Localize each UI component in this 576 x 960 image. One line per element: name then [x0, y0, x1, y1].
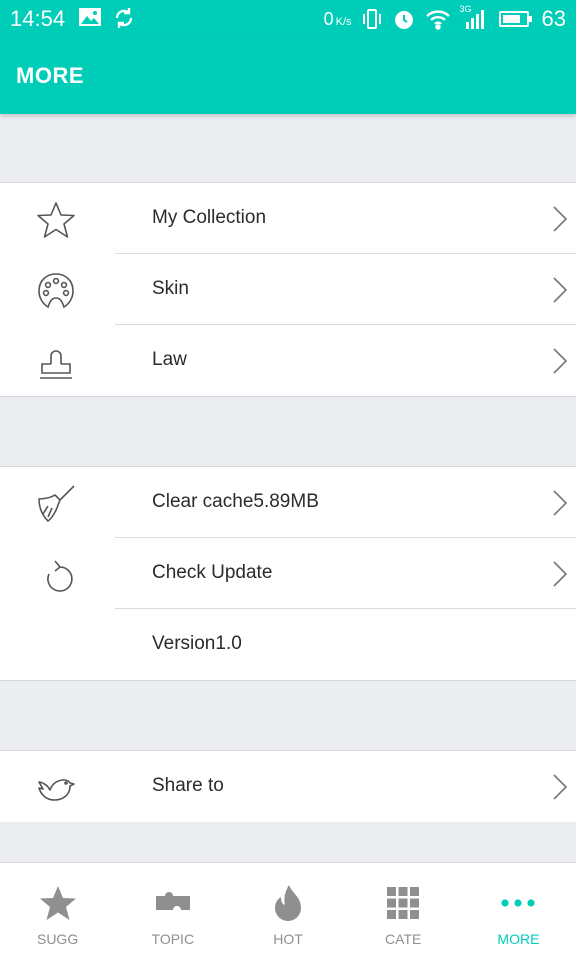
alarm-icon: [394, 11, 413, 29]
bottom-tab-bar: SUGG TOPIC HOT CATE MORE: [0, 862, 576, 960]
tab-more[interactable]: MORE: [461, 863, 576, 960]
skin-row[interactable]: Skin: [0, 254, 576, 325]
row-label: Skin: [152, 278, 189, 299]
tab-sugg[interactable]: SUGG: [0, 863, 115, 960]
row-label: Check Update: [152, 562, 273, 583]
version-label: Version1.0: [152, 633, 242, 654]
network-type: 3G: [459, 4, 472, 14]
flame-icon: [275, 885, 301, 921]
row-label: My Collection: [152, 207, 267, 228]
tab-topic[interactable]: TOPIC: [115, 863, 230, 960]
broom-icon: [38, 485, 75, 523]
refresh-icon: [47, 560, 73, 592]
signal-icon: 3G: [459, 4, 490, 31]
status-bar: 14:54 0 K/s 3G 63: [0, 0, 576, 38]
chevron-right-icon: [553, 774, 568, 800]
tab-label: CATE: [385, 931, 422, 947]
sync-icon: [115, 8, 133, 28]
tab-cate[interactable]: CATE: [346, 863, 461, 960]
star-filled-icon: [39, 886, 76, 920]
app-bar: MORE: [0, 38, 576, 114]
clear-cache-row[interactable]: Clear cache5.89MB: [0, 467, 576, 538]
row-label: Clear cache5.89MB: [152, 491, 319, 512]
row-label: Share to: [152, 775, 224, 796]
tab-label: MORE: [497, 931, 540, 947]
chevron-right-icon: [553, 206, 568, 232]
status-time: 14:54: [10, 6, 66, 31]
net-unit: K/s: [335, 15, 352, 28]
stamp-icon: [40, 350, 72, 379]
palette-icon: [38, 273, 74, 309]
check-update-row[interactable]: Check Update: [0, 538, 576, 609]
row-label: Law: [152, 349, 187, 370]
grid-icon: [387, 887, 420, 919]
tab-label: TOPIC: [151, 931, 195, 947]
puzzle-icon: [155, 892, 190, 910]
version-row: Version1.0: [0, 609, 576, 680]
chevron-right-icon: [553, 277, 568, 303]
tab-label: HOT: [273, 931, 303, 947]
bird-icon: [38, 779, 75, 801]
wifi-icon: [425, 10, 450, 30]
chevron-right-icon: [553, 348, 568, 374]
battery-level: 63: [541, 6, 566, 31]
dots-icon: [501, 899, 536, 907]
image-icon: [79, 8, 101, 26]
tab-label: SUGG: [36, 931, 79, 947]
page-title: MORE: [16, 63, 84, 88]
settings-group-2: Clear cache5.89MB Check Update Version1.…: [0, 466, 576, 681]
chevron-right-icon: [553, 490, 568, 516]
law-row[interactable]: Law: [0, 325, 576, 396]
net-speed: 0: [323, 8, 334, 29]
settings-group-1: My Collection Skin Law: [0, 182, 576, 397]
tab-hot[interactable]: HOT: [230, 863, 345, 960]
star-icon: [37, 202, 75, 238]
my-collection-row[interactable]: My Collection: [0, 183, 576, 254]
share-row[interactable]: Share to: [0, 751, 576, 822]
settings-group-3: Share to: [0, 750, 576, 822]
chevron-right-icon: [553, 561, 568, 587]
vibrate-icon: [362, 9, 381, 29]
battery-icon: [498, 11, 532, 27]
